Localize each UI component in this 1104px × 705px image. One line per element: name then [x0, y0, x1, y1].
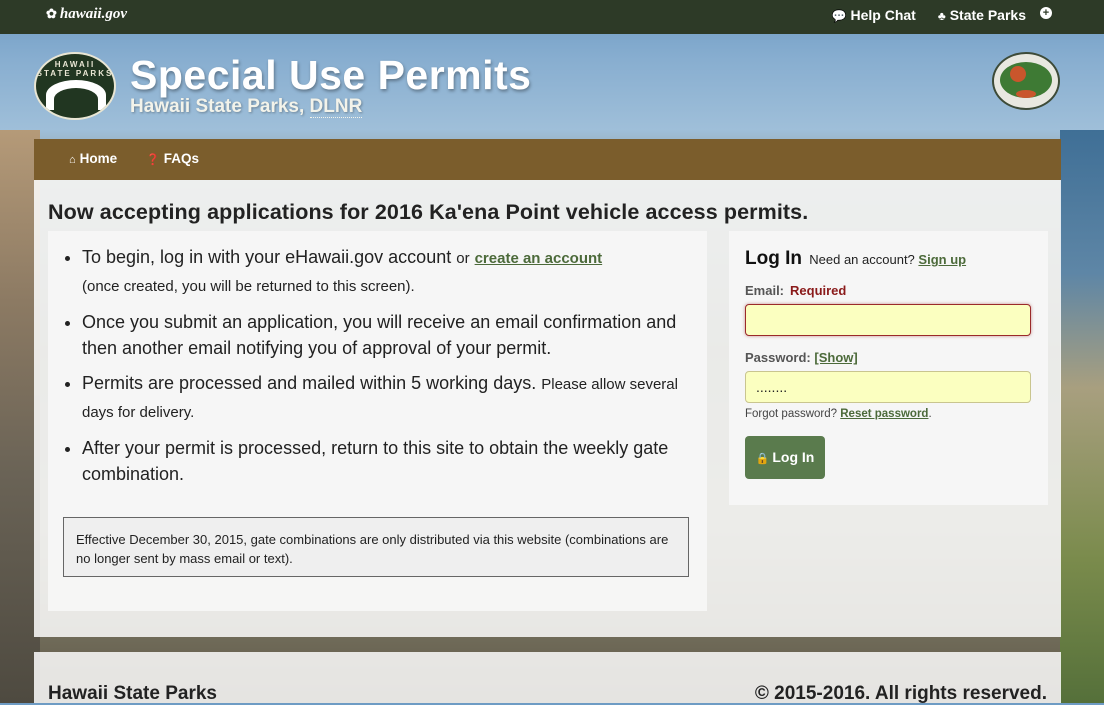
nav-faqs-label: FAQs — [163, 151, 199, 166]
question-icon: ❓ — [146, 154, 160, 166]
footer-left: Hawaii State Parks — [48, 683, 217, 704]
top-links: 💬 Help Chat ♣ State Parks — [832, 7, 1026, 23]
instruction-3-text: Permits are processed and mailed within … — [82, 373, 537, 393]
chat-icon: 💬 — [831, 9, 847, 23]
instruction-1-text: To begin, log in with your eHawaii.gov a… — [82, 247, 452, 267]
login-panel: Log In Need an account? Sign up Email: Re… — [729, 231, 1048, 505]
forgot-password: Forgot password? Reset password. — [745, 408, 932, 420]
help-chat-label: Help Chat — [850, 7, 916, 23]
need-account-text: Need an account? — [809, 252, 915, 267]
email-required: Required — [790, 283, 847, 298]
tree-icon: ♣ — [937, 9, 946, 23]
seal-fish — [1016, 90, 1036, 98]
hibiscus-icon: ✿ — [46, 6, 57, 21]
logo-hill-inner — [54, 88, 98, 110]
page-title: Special Use Permits — [130, 52, 532, 98]
background-scenery-right — [1060, 130, 1104, 703]
state-parks-label: State Parks — [949, 7, 1026, 23]
dlnr-abbr: DLNR — [309, 96, 363, 118]
main-nav: ⌂ Home ❓ FAQs — [34, 139, 1061, 180]
subtitle-text: Hawaii State Parks, — [130, 96, 310, 117]
state-parks-logo[interactable]: HAWAII STATE PARKS — [34, 52, 116, 120]
instruction-1-note: (once created, you will be returned to t… — [82, 278, 415, 295]
signup-link[interactable]: Sign up — [918, 252, 966, 267]
main-content: Now accepting applications for 2016 Ka'e… — [34, 180, 1061, 637]
help-chat-link[interactable]: 💬 Help Chat — [832, 7, 916, 23]
page-subtitle: Hawaii State Parks, DLNR — [130, 96, 363, 118]
nav-home-label: Home — [79, 151, 118, 166]
need-account: Need an account? Sign up — [809, 252, 966, 267]
login-title: Log In — [745, 248, 802, 269]
nav-faqs[interactable]: ❓ FAQs — [146, 151, 199, 166]
instruction-4-text: After your permit is processed, return t… — [82, 438, 669, 484]
create-account-link[interactable]: create an account — [475, 250, 603, 267]
hawaii-gov-link[interactable]: ✿ hawaii.gov — [46, 6, 127, 23]
home-icon: ⌂ — [69, 154, 76, 166]
logo-text: HAWAII STATE PARKS — [36, 60, 114, 78]
email-field[interactable] — [745, 304, 1031, 336]
instructions-panel: To begin, log in with your eHawaii.gov a… — [48, 231, 707, 611]
password-field[interactable] — [745, 371, 1031, 403]
brand-label: hawaii.gov — [59, 6, 127, 22]
email-label-text: Email: — [745, 283, 785, 298]
plus-circle-icon[interactable]: + — [1040, 7, 1052, 19]
instruction-item-3: Permits are processed and mailed within … — [82, 370, 702, 426]
login-header: Log In Need an account? Sign up — [745, 248, 966, 270]
state-parks-link[interactable]: ♣ State Parks — [938, 7, 1026, 23]
top-bar: ✿ hawaii.gov 💬 Help Chat ♣ State Parks + — [0, 0, 1104, 34]
reset-password-link[interactable]: Reset password — [840, 408, 928, 420]
instruction-item-4: After your permit is processed, return t… — [82, 435, 702, 487]
instruction-2-text: Once you submit an application, you will… — [82, 312, 677, 358]
footer-copyright: © 2015-2016. All rights reserved. — [754, 683, 1047, 704]
password-label-text: Password: — [745, 350, 811, 365]
instructions-list: To begin, log in with your eHawaii.gov a… — [48, 244, 702, 496]
password-label: Password: [Show] — [745, 350, 858, 365]
dlnr-seal-logo[interactable] — [992, 52, 1060, 110]
login-button[interactable]: 🔒 Log In — [745, 436, 825, 479]
instruction-item-2: Once you submit an application, you will… — [82, 309, 702, 361]
footer: Hawaii State Parks © 2015-2016. All righ… — [34, 652, 1061, 704]
gate-combination-notice: Effective December 30, 2015, gate combin… — [63, 517, 689, 577]
show-password-toggle[interactable]: [Show] — [814, 350, 857, 365]
lock-icon: 🔒 — [755, 453, 770, 465]
forgot-text: Forgot password? — [745, 408, 838, 420]
seal-red — [1010, 66, 1026, 82]
nav-home[interactable]: ⌂ Home — [69, 151, 117, 166]
instruction-item-1: To begin, log in with your eHawaii.gov a… — [82, 244, 702, 300]
instruction-1-or: or — [456, 250, 470, 267]
email-label: Email: Required — [745, 283, 846, 298]
headline: Now accepting applications for 2016 Ka'e… — [48, 200, 809, 224]
login-button-label: Log In — [772, 449, 815, 465]
